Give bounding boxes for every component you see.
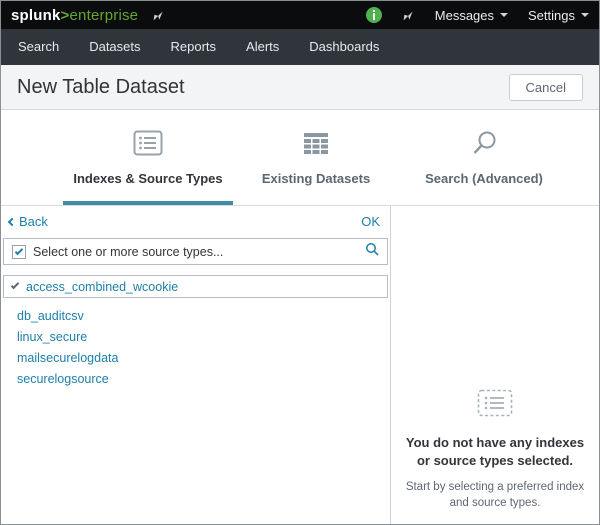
source-type-item-selected[interactable]: access_combined_wcookie <box>3 275 388 298</box>
nav-item-dashboards[interactable]: Dashboards <box>294 29 394 65</box>
nav-item-alerts[interactable]: Alerts <box>231 29 294 65</box>
search-icon <box>404 128 564 158</box>
back-label: Back <box>19 214 48 229</box>
empty-state: You do not have any indexes or source ty… <box>391 389 599 511</box>
list-icon <box>53 128 243 158</box>
source-type-item[interactable]: linux_secure <box>1 327 390 348</box>
empty-state-title: You do not have any indexes or source ty… <box>403 434 587 469</box>
dataset-source-tabs: Indexes & Source Types Existing Datasets <box>1 110 599 206</box>
settings-dropdown[interactable]: Settings <box>528 8 589 23</box>
back-link[interactable]: Back <box>9 214 48 229</box>
list-icon-dashed <box>477 389 513 422</box>
panel-toolbar: Back OK <box>1 206 390 235</box>
page-title: New Table Dataset <box>17 76 185 99</box>
messages-label: Messages <box>435 8 494 23</box>
active-tab-underline <box>63 201 233 205</box>
select-all-checkbox[interactable] <box>12 245 26 259</box>
search-icon <box>365 242 379 261</box>
app-navbar: Search Datasets Reports Alerts Dashboard… <box>1 29 599 65</box>
source-type-item[interactable]: mailsecurelogdata <box>1 348 390 369</box>
logo-gt: > <box>61 7 70 24</box>
app-icon[interactable] <box>152 9 165 22</box>
settings-label: Settings <box>528 8 575 23</box>
tab-label: Existing Datasets <box>241 171 391 186</box>
logo-product: enterprise <box>70 7 139 24</box>
messages-dropdown[interactable]: Messages <box>435 8 508 23</box>
caret-down-icon <box>500 13 508 17</box>
source-type-item[interactable]: securelogsource <box>1 369 390 390</box>
source-type-panel: Back OK Select one or more source types.… <box>1 206 391 524</box>
table-icon <box>241 128 391 158</box>
nav-item-search[interactable]: Search <box>3 29 74 65</box>
tab-search-advanced[interactable]: Search (Advanced) <box>404 128 564 186</box>
chevron-left-icon <box>8 218 16 226</box>
topbar-right: Messages Settings <box>366 7 589 23</box>
tab-indexes-source-types[interactable]: Indexes & Source Types <box>53 128 243 186</box>
check-icon <box>15 246 23 254</box>
activity-icon[interactable] <box>402 9 415 22</box>
source-type-search-field[interactable]: Select one or more source types... <box>3 238 388 265</box>
page-header: New Table Dataset Cancel <box>1 65 599 110</box>
tab-label: Indexes & Source Types <box>53 171 243 186</box>
tab-label: Search (Advanced) <box>404 171 564 186</box>
logo-brand: splunk <box>11 7 61 24</box>
source-type-label: access_combined_wcookie <box>26 280 178 294</box>
preview-panel: You do not have any indexes or source ty… <box>391 206 599 524</box>
content-area: Back OK Select one or more source types.… <box>1 206 599 524</box>
source-type-list: db_auditcsv linux_secure mailsecurelogda… <box>1 306 390 390</box>
check-icon <box>11 280 19 288</box>
cancel-button[interactable]: Cancel <box>509 74 583 101</box>
nav-item-reports[interactable]: Reports <box>156 29 232 65</box>
app-window: splunk>enterprise Messages Settings Sear… <box>0 0 600 525</box>
caret-down-icon <box>581 13 589 17</box>
empty-state-subtitle: Start by selecting a preferred index and… <box>403 479 587 511</box>
search-placeholder: Select one or more source types... <box>33 245 223 259</box>
topbar: splunk>enterprise Messages Settings <box>1 1 599 29</box>
source-type-item[interactable]: db_auditcsv <box>1 306 390 327</box>
ok-link[interactable]: OK <box>361 214 380 229</box>
tab-existing-datasets[interactable]: Existing Datasets <box>241 128 391 186</box>
info-icon[interactable] <box>366 7 382 23</box>
splunk-logo[interactable]: splunk>enterprise <box>11 7 138 24</box>
nav-item-datasets[interactable]: Datasets <box>74 29 155 65</box>
